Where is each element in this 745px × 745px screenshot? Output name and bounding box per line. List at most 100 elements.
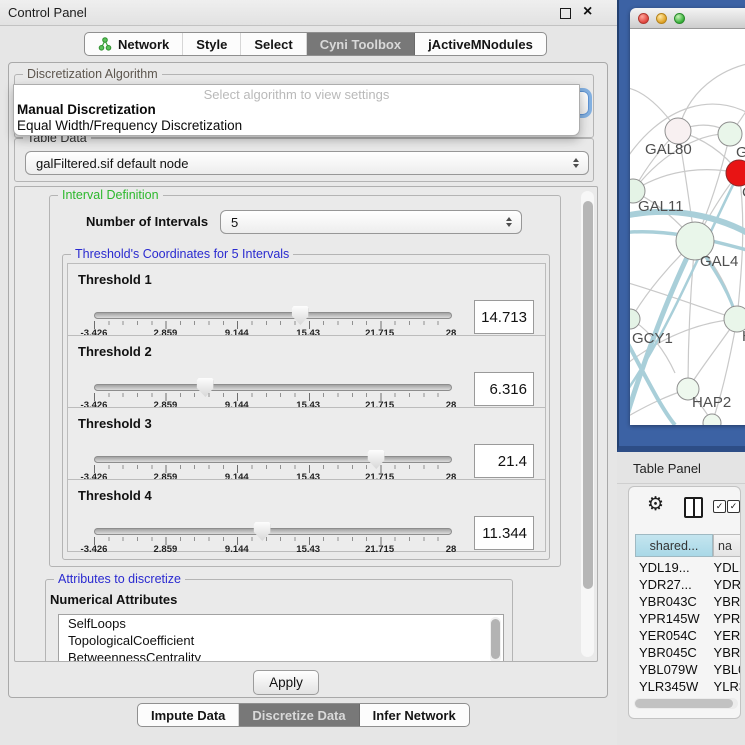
settings-scroll-panel: Interval Definition Number of Intervals … <box>14 186 598 662</box>
group-title: Threshold's Coordinates for 5 Intervals <box>71 247 293 261</box>
node-label: GA <box>736 144 745 161</box>
tab-discretize-data[interactable]: Discretize Data <box>239 704 359 726</box>
table-row[interactable]: YIL052CYIL0 <box>635 695 741 696</box>
tab-label: Impute Data <box>151 708 225 723</box>
minimize-traffic-light-icon[interactable] <box>656 13 667 24</box>
tab-impute-data[interactable]: Impute Data <box>138 704 239 726</box>
table-data-value: galFiltered.sif default node <box>36 156 188 171</box>
panel-title: Control Panel <box>8 5 87 20</box>
table-row[interactable]: YER054CYER0 <box>635 627 741 644</box>
interval-definition-group: Interval Definition Number of Intervals … <box>49 195 561 567</box>
table-data-group: Table Data galFiltered.sif default node <box>14 138 594 182</box>
network-view-window: GAL80 GA C GAL11 GAL4 GCY1 H HAP2 <box>630 8 745 425</box>
group-title: Discretization Algorithm <box>23 67 162 81</box>
threshold-1-slider[interactable] <box>94 312 452 319</box>
threshold-label: Threshold 2 <box>78 344 152 359</box>
node-label: GAL80 <box>645 141 692 158</box>
dropdown-option-equal-width[interactable]: Equal Width/Frequency Discretization <box>17 118 242 133</box>
table-column-headers: shared... na <box>635 534 741 557</box>
threshold-4-slider[interactable] <box>94 528 452 535</box>
tab-label: Style <box>196 37 227 52</box>
group-title: Interval Definition <box>58 188 163 202</box>
combo-arrows-icon <box>506 217 512 227</box>
threshold-1-value-field[interactable]: 14.713 <box>474 300 534 334</box>
network-canvas[interactable]: GAL80 GA C GAL11 GAL4 GCY1 H HAP2 <box>630 29 745 425</box>
table-horizontal-scrollbar[interactable] <box>634 698 738 709</box>
numerical-attributes-list[interactable]: SelfLoops TopologicalCoefficient Between… <box>58 614 504 662</box>
tab-select[interactable]: Select <box>241 33 306 55</box>
checkbox-icon[interactable]: ✓ <box>727 500 740 513</box>
tab-label: Select <box>254 37 292 52</box>
close-traffic-light-icon[interactable] <box>638 13 649 24</box>
table-row[interactable]: YLR345WYLR3 <box>635 678 741 695</box>
algorithm-dropdown-popup: Select algorithm to view settings Manual… <box>13 84 580 136</box>
dropdown-option-manual[interactable]: Manual Discretization <box>17 102 156 117</box>
float-window-icon[interactable] <box>560 8 571 19</box>
node-label: HAP2 <box>692 394 731 411</box>
zoom-traffic-light-icon[interactable] <box>674 13 685 24</box>
table-row[interactable]: YBL079WYBL0 <box>635 661 741 678</box>
table-panel: ⚙ ✓ ✓ shared... na YDL19...YDL1 YDR27...… <box>628 486 741 719</box>
settings-vertical-scrollbar[interactable] <box>581 191 594 657</box>
threshold-3-slider[interactable] <box>94 456 452 463</box>
node-label: GAL4 <box>700 253 738 270</box>
threshold-4-value-field[interactable]: 11.344 <box>474 516 534 550</box>
node-gcy1[interactable] <box>630 309 640 329</box>
list-item[interactable]: SelfLoops <box>59 615 503 632</box>
cyni-bottom-tabstrip: Impute Data Discretize Data Infer Networ… <box>137 703 470 727</box>
node-bottom-partial[interactable] <box>703 414 721 425</box>
combo-arrows-icon <box>573 158 579 168</box>
node-selected-red[interactable] <box>726 160 745 186</box>
apply-button[interactable]: Apply <box>253 670 319 695</box>
tab-style[interactable]: Style <box>183 33 241 55</box>
tab-infer-network[interactable]: Infer Network <box>360 704 469 726</box>
table-data-combobox[interactable]: galFiltered.sif default node <box>25 151 589 175</box>
threshold-1-box: Threshold 1 -3.426 2.859 9.144 15.43 21.… <box>67 263 546 336</box>
numerical-attributes-heading: Numerical Attributes <box>50 592 177 607</box>
threshold-label: Threshold 1 <box>78 272 152 287</box>
list-item[interactable]: TopologicalCoefficient <box>59 632 503 649</box>
tab-network[interactable]: Network <box>85 33 183 55</box>
table-row[interactable]: YDR27...YDR2 <box>635 576 741 593</box>
network-window-titlebar <box>630 8 745 29</box>
column-header-shared-name[interactable]: shared... <box>635 534 713 557</box>
gear-icon[interactable]: ⚙ <box>647 495 664 515</box>
table-row[interactable]: YDL19...YDL1 <box>635 559 741 576</box>
threshold-4-box: Threshold 4 -3.426 2.859 9.144 15.43 21.… <box>67 479 546 552</box>
table-row[interactable]: YPR145WYPR1 <box>635 610 741 627</box>
threshold-label: Threshold 4 <box>78 488 152 503</box>
number-of-intervals-combobox[interactable]: 5 <box>220 210 522 234</box>
close-icon[interactable]: × <box>583 2 592 22</box>
threshold-2-box: Threshold 2 -3.426 2.859 9.144 15.43 21.… <box>67 335 546 408</box>
table-panel-title: Table Panel <box>633 461 701 476</box>
tab-label: Discretize Data <box>252 708 345 723</box>
tab-label: jActiveMNodules <box>428 37 533 52</box>
list-item[interactable]: BetweennessCentrality <box>59 649 503 662</box>
network-graph: GAL80 GA C GAL11 GAL4 GCY1 H HAP2 <box>630 29 745 425</box>
number-of-intervals-value: 5 <box>231 215 238 230</box>
node-label: GCY1 <box>632 330 673 347</box>
table-row[interactable]: YBR043CYBR0 <box>635 593 741 610</box>
table-rows: YDL19...YDL1 YDR27...YDR2 YBR043CYBR0 YP… <box>635 559 741 696</box>
checkbox-icon[interactable]: ✓ <box>713 500 726 513</box>
thresholds-group: Threshold's Coordinates for 5 Intervals … <box>62 254 550 560</box>
threshold-3-value-field[interactable]: 21.4 <box>474 444 534 478</box>
threshold-2-value-field[interactable]: 6.316 <box>474 372 534 406</box>
attributes-group: Attributes to discretize Numerical Attri… <box>45 579 513 662</box>
group-title: Attributes to discretize <box>54 572 185 586</box>
tab-label: Cyni Toolbox <box>320 37 401 52</box>
column-layout-icon[interactable] <box>684 497 703 518</box>
number-of-intervals-label: Number of Intervals <box>86 214 208 229</box>
slider-tick-labels: -3.426 2.859 9.144 15.43 21.715 28 <box>94 544 451 556</box>
threshold-2-slider[interactable] <box>94 384 452 391</box>
node-top-right[interactable] <box>718 122 742 146</box>
node-label: GAL11 <box>638 198 684 215</box>
threshold-3-box: Threshold 3 -3.426 2.859 9.144 15.43 21.… <box>67 407 546 480</box>
tab-cyni-toolbox[interactable]: Cyni Toolbox <box>307 33 415 55</box>
table-row[interactable]: YBR045CYBR0 <box>635 644 741 661</box>
tab-label: Infer Network <box>373 708 456 723</box>
column-header-name[interactable]: na <box>713 534 741 557</box>
list-scrollbar[interactable] <box>490 617 501 662</box>
dropdown-hint: Select algorithm to view settings <box>14 87 579 102</box>
tab-jactivemnodules[interactable]: jActiveMNodules <box>415 33 546 55</box>
